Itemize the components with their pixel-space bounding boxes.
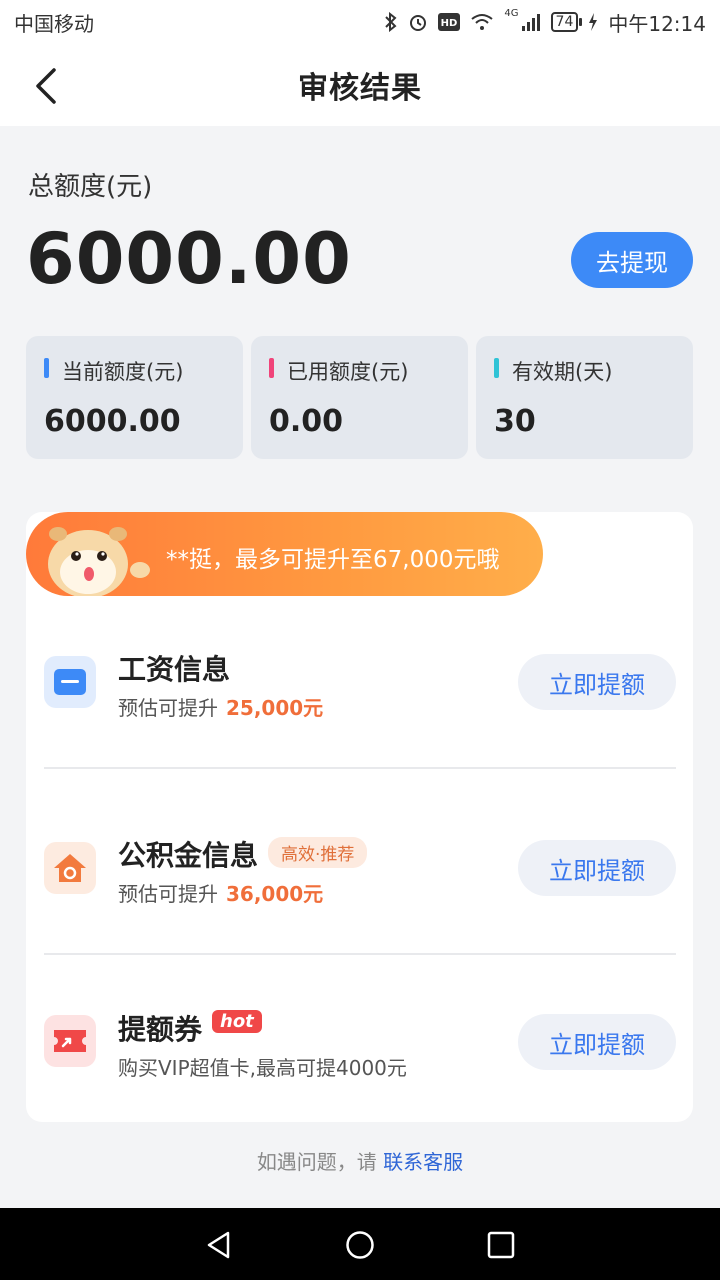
- stat-value: 6000.00: [44, 404, 181, 439]
- home-circle-icon[interactable]: [345, 1230, 375, 1260]
- item-sub-salary: 预估可提升 25,000元: [118, 692, 323, 721]
- withdraw-button[interactable]: 去提现: [571, 232, 693, 288]
- estimate-label: 预估可提升: [118, 696, 218, 720]
- divider: [44, 953, 676, 955]
- total-limit-label: 总额度(元): [28, 172, 153, 202]
- ticket-icon: [44, 1015, 96, 1067]
- hamster-mascot-icon: [48, 527, 150, 596]
- contact-support-link[interactable]: 联系客服: [383, 1150, 463, 1174]
- estimate-amount: 36,000元: [226, 882, 324, 906]
- back-arrow-icon[interactable]: [30, 66, 66, 106]
- clock: 中午12:14: [608, 11, 706, 36]
- stat-card-validity: 有效期(天) 30: [476, 336, 693, 459]
- stat-card-used: 已用额度(元) 0.00: [251, 336, 468, 459]
- raise-limit-button-coupon[interactable]: 立即提额: [518, 1014, 676, 1070]
- stat-label: 已用额度(元): [287, 360, 409, 384]
- stat-color-bar: [494, 358, 499, 378]
- recommend-tag: 高效·推荐: [268, 837, 368, 868]
- stat-color-bar: [44, 358, 49, 378]
- charging-icon: [589, 13, 598, 31]
- signal-icon: [521, 14, 540, 31]
- stat-value: 0.00: [269, 404, 344, 439]
- item-title-housing-fund: 公积金信息: [118, 839, 259, 872]
- stat-value: 30: [494, 404, 536, 439]
- status-bar: 中国移动 HD 4G 74 中午12:14: [0, 0, 720, 44]
- item-title-coupon: 提额券: [118, 1013, 203, 1046]
- estimate-label: 预估可提升: [118, 882, 218, 906]
- alarm-icon: [410, 15, 427, 31]
- hot-tag: hot: [212, 1010, 262, 1033]
- wifi-icon: [471, 14, 494, 30]
- back-triangle-icon[interactable]: [204, 1230, 234, 1260]
- hd-icon: HD: [438, 13, 461, 31]
- stat-label: 当前额度(元): [62, 360, 184, 384]
- nav-bar: 审核结果: [0, 44, 720, 126]
- status-icons: HD 4G 74 中午12:14: [384, 8, 706, 37]
- stat-label: 有效期(天): [512, 360, 613, 384]
- bluetooth-icon: [385, 12, 397, 32]
- item-sub-coupon: 购买VIP超值卡,最高可提4000元: [118, 1056, 407, 1080]
- item-title-salary: 工资信息: [118, 653, 231, 686]
- raise-limit-button-housing-fund[interactable]: 立即提额: [518, 840, 676, 896]
- help-text: 如遇问题，请: [256, 1150, 377, 1174]
- stat-card-current: 当前额度(元) 6000.00: [26, 336, 243, 459]
- estimate-amount: 25,000元: [226, 696, 324, 720]
- raise-limit-button-salary[interactable]: 立即提额: [518, 654, 676, 710]
- network-type: 4G: [504, 7, 519, 19]
- total-limit-amount: 6000.00: [26, 218, 352, 300]
- card-icon: [44, 656, 96, 708]
- recents-square-icon[interactable]: [486, 1230, 516, 1260]
- page-title: 审核结果: [298, 71, 422, 106]
- item-sub-housing-fund: 预估可提升 36,000元: [118, 878, 323, 907]
- help-footer: 如遇问题，请 联系客服: [0, 1146, 720, 1175]
- stat-color-bar: [269, 358, 274, 378]
- carrier-label: 中国移动: [14, 11, 94, 36]
- system-nav-bar: [0, 1208, 720, 1280]
- house-icon: [44, 842, 96, 894]
- promo-text: **挺，最多可提升至67,000元哦: [166, 547, 500, 573]
- battery-indicator: 74: [550, 12, 583, 32]
- svg-text:HD: HD: [441, 18, 458, 29]
- divider: [44, 767, 676, 769]
